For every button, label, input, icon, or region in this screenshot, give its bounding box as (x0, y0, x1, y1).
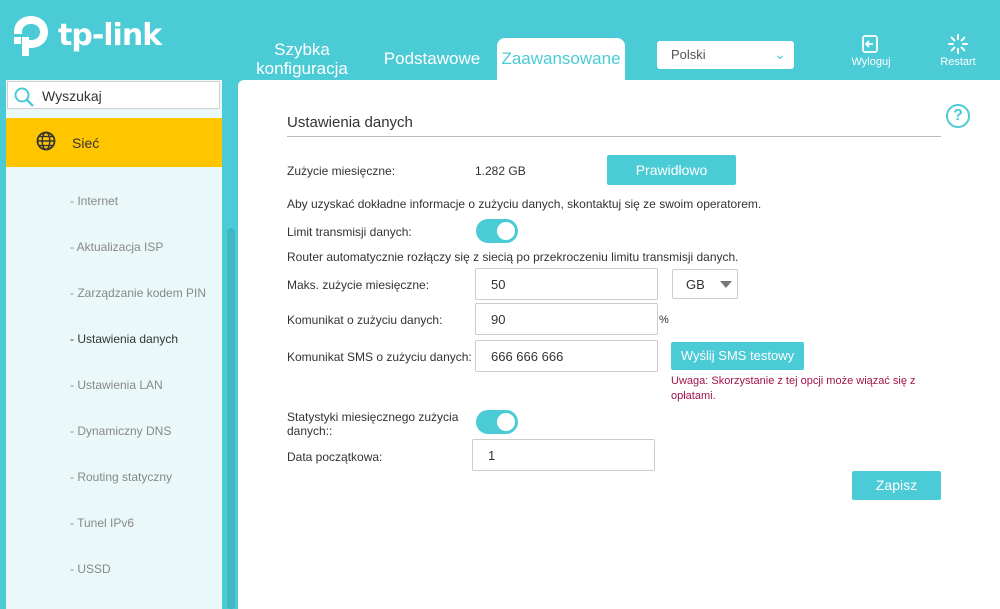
start-date-label: Data początkowa: (287, 450, 383, 464)
sidebar-item-isp-update[interactable]: - Aktualizacja ISP (70, 240, 163, 254)
search-input[interactable]: Wyszukaj (7, 81, 220, 109)
sms-number-input[interactable]: 666 666 666 (475, 340, 658, 372)
sidebar-item-internet[interactable]: - Internet (70, 194, 118, 208)
globe-icon (36, 131, 56, 151)
unit-select[interactable]: GB (672, 269, 738, 299)
max-usage-label: Maks. zużycie miesięczne: (287, 278, 430, 292)
send-test-sms-button[interactable]: Wyślij SMS testowy (671, 342, 804, 370)
unit-value: GB (686, 277, 705, 292)
sidebar-item-pin-management[interactable]: - Zarządzanie kodem PIN (70, 286, 206, 300)
brand-name: tp-link (58, 17, 162, 53)
sidebar-item-network-label: Sieć (72, 135, 100, 151)
monthly-usage-label: Zużycie miesięczne: (287, 164, 396, 178)
limit-toggle[interactable] (476, 219, 518, 243)
restart-icon (948, 34, 968, 54)
limit-label: Limit transmisji danych: (287, 225, 412, 239)
toggle-knob (497, 413, 515, 431)
logout-button[interactable]: Wyloguj (846, 34, 896, 68)
title-divider (287, 136, 941, 137)
tp-link-logo-icon (14, 16, 48, 56)
chevron-down-icon: ⌄ (774, 46, 786, 62)
restart-button[interactable]: Restart (933, 34, 983, 68)
tab-basic[interactable]: Podstawowe (378, 38, 486, 80)
start-date-input[interactable]: 1 (472, 439, 655, 471)
sidebar-item-ussd[interactable]: - USSD (70, 562, 111, 576)
sidebar-item-ipv6-tunnel[interactable]: - Tunel IPv6 (70, 516, 134, 530)
search-placeholder: Wyszukaj (42, 88, 102, 104)
correct-button[interactable]: Prawidłowo (607, 155, 736, 185)
logout-icon (862, 35, 878, 53)
sidebar-item-dynamic-dns[interactable]: - Dynamiczny DNS (70, 424, 171, 438)
restart-label: Restart (940, 56, 976, 68)
tab-quick-setup[interactable]: Szybka konfiguracja (250, 40, 354, 78)
sidebar-item-lan-settings[interactable]: - Ustawienia LAN (70, 378, 163, 392)
sidebar: Wyszukaj Sieć - Internet - Aktualizacja … (6, 80, 222, 609)
monthly-stats-label: Statystyki miesięcznego zużycia danych:: (287, 410, 459, 438)
sidebar-item-static-routing[interactable]: - Routing statyczny (70, 470, 172, 484)
language-select[interactable]: Polski ⌄ (657, 41, 794, 69)
search-icon (14, 87, 34, 107)
help-icon[interactable]: ? (946, 104, 970, 128)
monthly-usage-value: 1.282 GB (475, 164, 526, 178)
sms-alert-label: Komunikat SMS o zużyciu danych: (287, 350, 472, 364)
max-usage-input[interactable]: 50 (475, 268, 658, 300)
sidebar-item-network[interactable]: Sieć (6, 118, 222, 167)
language-value: Polski (671, 47, 706, 62)
dropdown-arrow-icon (720, 281, 732, 288)
monthly-stats-toggle[interactable] (476, 410, 518, 434)
page-title: Ustawienia danych (287, 114, 413, 131)
limit-info-text: Router automatycznie rozłączy się z siec… (287, 250, 739, 264)
sidebar-item-data-settings[interactable]: - Ustawienia danych (70, 332, 178, 346)
sidebar-scrollbar[interactable] (227, 228, 235, 609)
tab-advanced[interactable]: Zaawansowane (497, 38, 625, 80)
main-panel: ? Ustawienia danych Zużycie miesięczne: … (238, 80, 1000, 609)
percent-unit: % (659, 314, 669, 326)
save-button[interactable]: Zapisz (852, 471, 941, 500)
logout-label: Wyloguj (851, 56, 891, 68)
toggle-knob (497, 222, 515, 240)
sms-warning-text: Uwaga: Skorzystanie z tej opcji może wią… (671, 375, 916, 402)
tp-link-logo: tp-link (8, 12, 162, 58)
info-text: Aby uzyskać dokładne informacje o zużyci… (287, 197, 762, 211)
usage-alert-input[interactable]: 90 (475, 303, 658, 335)
usage-alert-label: Komunikat o zużyciu danych: (287, 313, 443, 327)
